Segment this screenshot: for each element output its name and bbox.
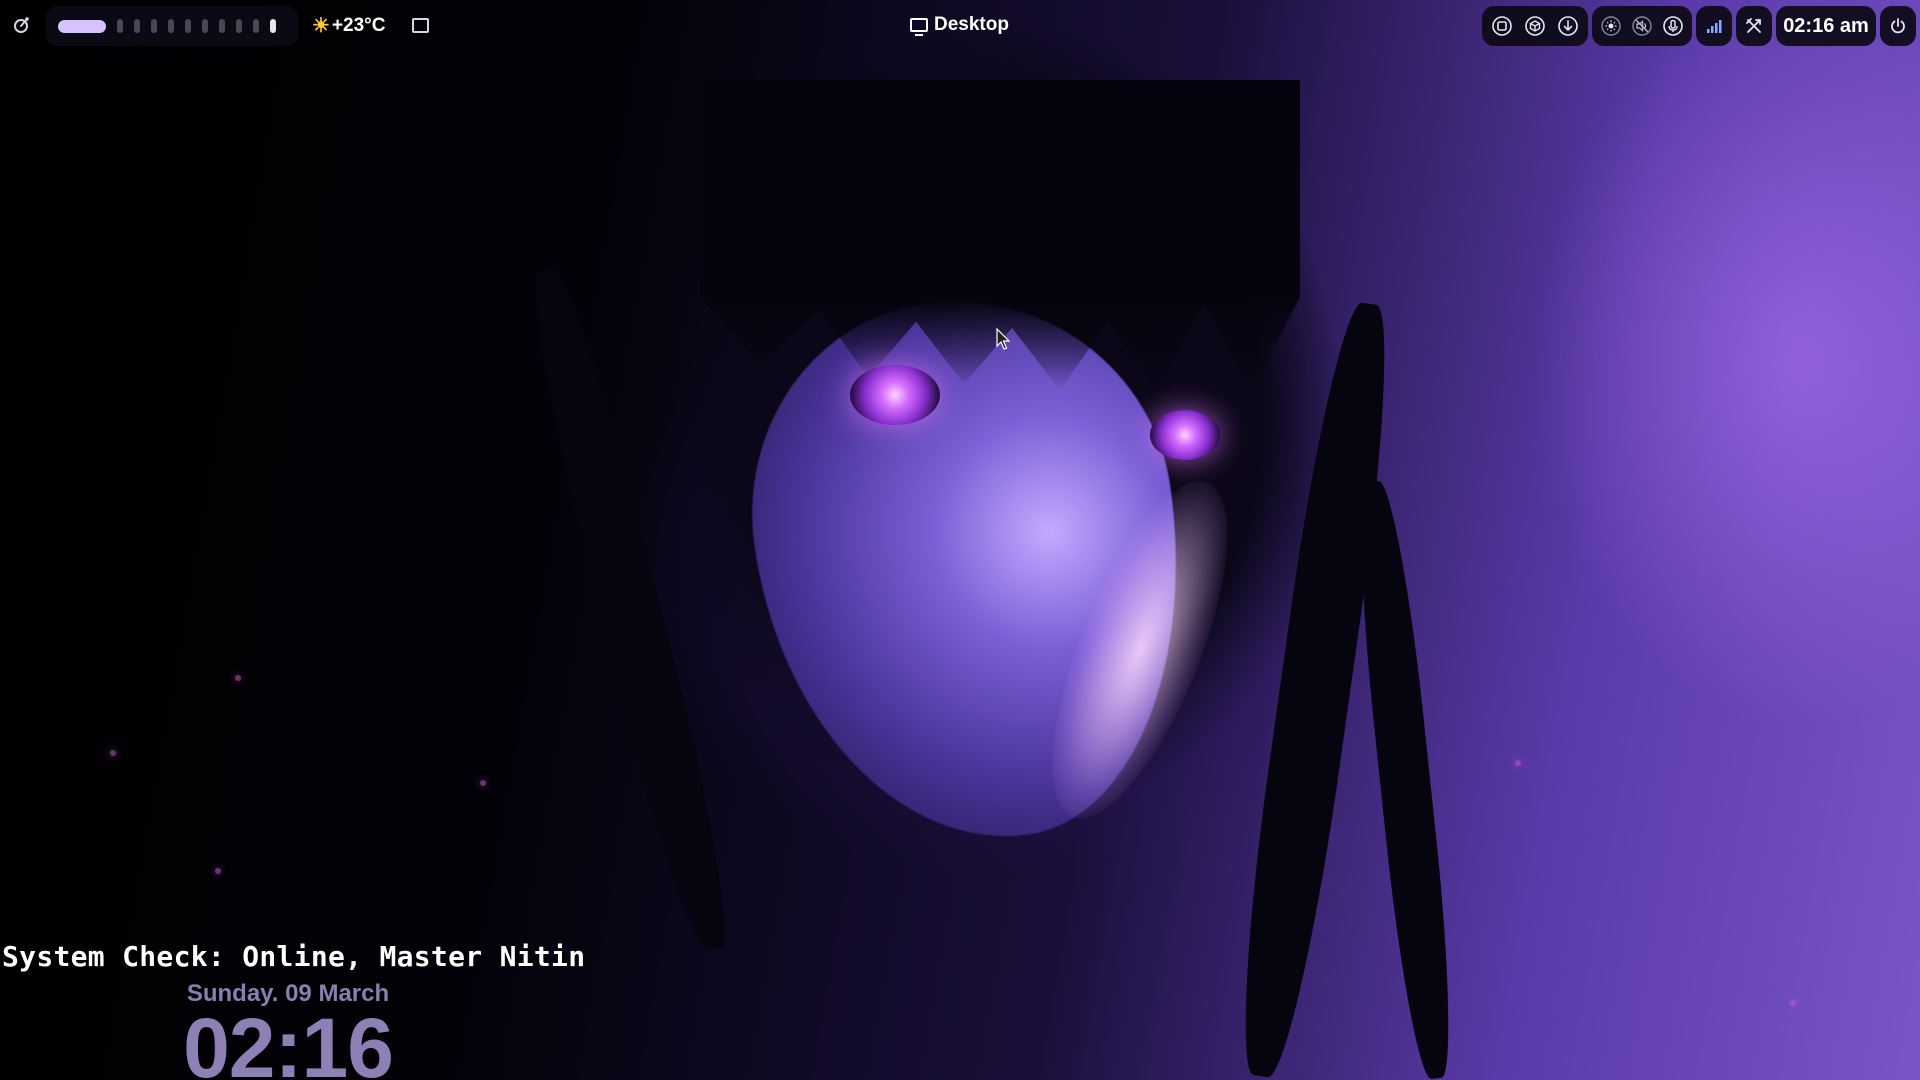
workspace-6[interactable]: [185, 19, 191, 33]
brightness-icon[interactable]: [1596, 11, 1626, 41]
power-button[interactable]: [1880, 6, 1916, 46]
workspace-5[interactable]: [168, 19, 174, 33]
workspace-4[interactable]: [151, 19, 157, 33]
workspace-11[interactable]: [270, 19, 276, 33]
launcher-logo-icon[interactable]: [6, 10, 36, 40]
wallpaper-eye-right: [1150, 410, 1220, 460]
download-icon[interactable]: [1553, 11, 1583, 41]
signal-icon: [1707, 20, 1722, 33]
microphone-icon[interactable]: [1658, 11, 1688, 41]
tray-group-media: [1592, 6, 1692, 46]
workspace-8[interactable]: [219, 19, 225, 33]
greeting-text: System Check: Online, Master Nitin: [2, 940, 586, 973]
wallpaper-sparkle: [1515, 760, 1521, 766]
desktop-clock: 02:16: [183, 1001, 394, 1080]
network-status[interactable]: [1696, 6, 1732, 46]
topbar-clock-label: 02:16 am: [1783, 14, 1869, 37]
desktop-wallpaper: ☀ +23°C Desktop 02:16 am System Check: O…: [0, 0, 1920, 1080]
top-bar: ☀ +23°C Desktop 02:16 am: [0, 0, 1920, 52]
workspace-3[interactable]: [134, 19, 140, 33]
wallpaper-sparkle: [235, 675, 241, 681]
workspace-7[interactable]: [202, 19, 208, 33]
sun-icon: ☀: [312, 15, 330, 37]
workspace-1[interactable]: [58, 19, 106, 33]
topbar-clock[interactable]: 02:16 am: [1776, 6, 1876, 46]
weather-temperature: +23°C: [331, 14, 386, 36]
workspace-2[interactable]: [117, 19, 123, 33]
workspace-9[interactable]: [236, 19, 242, 33]
window-icon[interactable]: [412, 18, 429, 33]
wallpaper-sparkle: [110, 750, 116, 756]
tools-icon: [1746, 18, 1761, 33]
speaker-muted-icon[interactable]: [1627, 11, 1657, 41]
power-icon: [1891, 18, 1905, 34]
workspace-10[interactable]: [253, 19, 259, 33]
workspace-indicator: [46, 6, 298, 46]
wallpaper-eye-left: [850, 365, 940, 425]
tray-group-utilities: [1482, 6, 1588, 46]
screenshot-icon[interactable]: [1487, 11, 1517, 41]
wallpaper-sparkle: [480, 780, 486, 786]
mouse-cursor-icon: [996, 328, 1011, 350]
settings-tools[interactable]: [1736, 6, 1772, 46]
active-window-title: Desktop: [910, 14, 1009, 36]
window-title-label: Desktop: [934, 14, 1009, 35]
weather-widget[interactable]: ☀ +23°C: [312, 13, 386, 38]
package-icon[interactable]: [1520, 11, 1550, 41]
wallpaper-sparkle: [215, 868, 221, 874]
monitor-icon: [910, 18, 928, 36]
wallpaper-sparkle: [1790, 1000, 1796, 1006]
